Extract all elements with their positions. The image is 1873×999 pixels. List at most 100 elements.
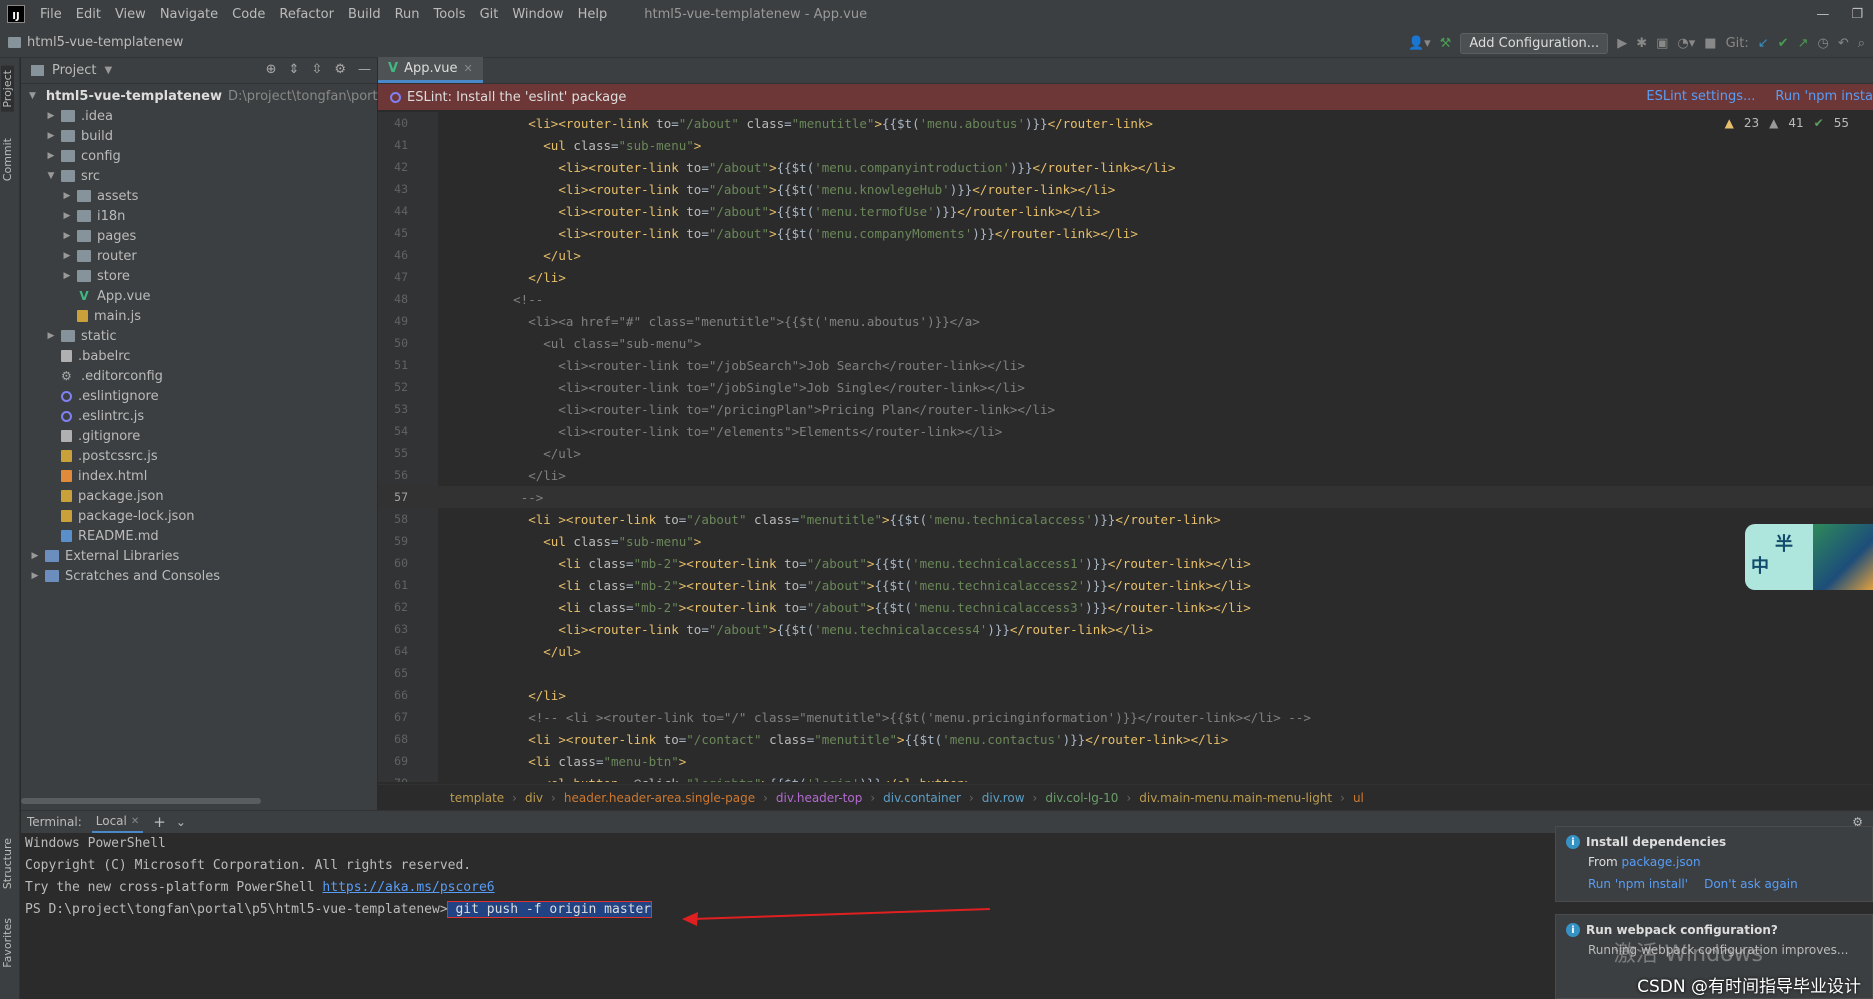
git-update-icon[interactable]: ↙: [1758, 36, 1769, 51]
tree-item[interactable]: .eslintrc.js: [21, 406, 377, 426]
tree-item[interactable]: ▶ Scratches and Consoles: [21, 566, 377, 586]
code-line[interactable]: 68 <li ><router-link to="/contact" class…: [378, 728, 1873, 750]
close-icon[interactable]: ✕: [131, 816, 139, 827]
chevron-right-icon[interactable]: ▶: [45, 331, 57, 341]
chevron-right-icon[interactable]: ▶: [45, 111, 57, 121]
tab-favorites[interactable]: Favorites: [1, 918, 14, 968]
code-line[interactable]: 40 <li><router-link to="/about" class="m…: [378, 112, 1873, 134]
tree-item[interactable]: README.md: [21, 526, 377, 546]
terminal-tab-local[interactable]: Local ✕: [91, 811, 144, 833]
tree-item[interactable]: ▶ build: [21, 126, 377, 146]
dont-ask-again-button[interactable]: Don't ask again: [1704, 877, 1798, 891]
code-line[interactable]: 58 <li ><router-link to="/about" class="…: [378, 508, 1873, 530]
expand-all-icon[interactable]: ⇕: [289, 62, 300, 77]
chevron-right-icon[interactable]: ▶: [45, 131, 57, 141]
breadcrumb-item[interactable]: div.main-menu.main-menu-light: [1139, 791, 1332, 805]
tree-item[interactable]: .gitignore: [21, 426, 377, 446]
breadcrumb-item[interactable]: div: [525, 791, 543, 805]
tree-item[interactable]: V App.vue: [21, 286, 377, 306]
code-line[interactable]: 55 </ul>: [378, 442, 1873, 464]
rollback-icon[interactable]: ↶: [1838, 36, 1849, 51]
code-line[interactable]: 70 <el-button @click="loginbtn">{{$t('lo…: [378, 772, 1873, 783]
chevron-right-icon[interactable]: ▶: [61, 191, 73, 201]
code-line[interactable]: 53 <li><router-link to="/pricingPlan">Pr…: [378, 398, 1873, 420]
code-line[interactable]: 66 </li>: [378, 684, 1873, 706]
menu-build[interactable]: Build: [341, 7, 388, 22]
tree-item[interactable]: ▶ config: [21, 146, 377, 166]
menu-tools[interactable]: Tools: [427, 7, 473, 22]
close-icon[interactable]: ✕: [464, 62, 473, 75]
tree-item[interactable]: ▶ router: [21, 246, 377, 266]
breadcrumb-item[interactable]: header.header-area.single-page: [564, 791, 755, 805]
tree-item[interactable]: ▶ assets: [21, 186, 377, 206]
tree-item[interactable]: .babelrc: [21, 346, 377, 366]
debug-icon[interactable]: ✱: [1636, 36, 1647, 51]
hide-panel-icon[interactable]: —: [358, 62, 371, 77]
code-line[interactable]: 46 </ul>: [378, 244, 1873, 266]
run-icon[interactable]: ▶: [1617, 36, 1627, 51]
user-icon[interactable]: 👤▾: [1408, 36, 1431, 51]
tab-structure[interactable]: Structure: [1, 838, 14, 889]
add-configuration-button[interactable]: Add Configuration...: [1460, 32, 1609, 54]
code-line[interactable]: 62 <li class="mb-2"><router-link to="/ab…: [378, 596, 1873, 618]
chevron-right-icon[interactable]: ▶: [61, 231, 73, 241]
history-icon[interactable]: ◷: [1817, 36, 1828, 51]
chevron-down-icon[interactable]: ▼: [45, 171, 57, 181]
code-line[interactable]: 57 -->: [378, 486, 1873, 508]
menu-refactor[interactable]: Refactor: [272, 7, 341, 22]
chevron-down-icon[interactable]: ▼: [29, 91, 36, 101]
coverage-icon[interactable]: ▣: [1656, 36, 1668, 51]
tree-item[interactable]: .eslintignore: [21, 386, 377, 406]
tab-commit[interactable]: Commit: [1, 138, 14, 181]
menu-run[interactable]: Run: [388, 7, 427, 22]
tree-item[interactable]: .postcssrc.js: [21, 446, 377, 466]
nav-project-name[interactable]: html5-vue-templatenew: [27, 35, 183, 50]
tab-project[interactable]: Project: [1, 66, 14, 112]
tree-item[interactable]: ▼ html5-vue-templatenew D:\project\tongfan…: [21, 86, 402, 106]
code-line[interactable]: 50 <ul class="sub-menu">: [378, 332, 1873, 354]
tab-app-vue[interactable]: V App.vue ✕: [378, 57, 483, 83]
build-hammer-icon[interactable]: ⚒: [1440, 36, 1452, 51]
code-line[interactable]: 54 <li><router-link to="/elements">Eleme…: [378, 420, 1873, 442]
code-line[interactable]: 44 <li><router-link to="/about">{{$t('me…: [378, 200, 1873, 222]
git-push-icon[interactable]: ↗: [1798, 36, 1809, 51]
minimize-icon[interactable]: —: [1816, 7, 1829, 22]
eslint-settings-link[interactable]: ESLint settings...: [1646, 89, 1755, 104]
breadcrumb-item[interactable]: div.col-lg-10: [1045, 791, 1118, 805]
code-line[interactable]: 69 <li class="menu-btn">: [378, 750, 1873, 772]
code-line[interactable]: 52 <li><router-link to="/jobSingle">Job …: [378, 376, 1873, 398]
code-line[interactable]: 48 <!--: [378, 288, 1873, 310]
tree-item[interactable]: main.js: [21, 306, 377, 326]
code-line[interactable]: 42 <li><router-link to="/about">{{$t('me…: [378, 156, 1873, 178]
chevron-right-icon[interactable]: ▶: [45, 151, 57, 161]
tree-item[interactable]: ▶ i18n: [21, 206, 377, 226]
code-line[interactable]: 64 </ul>: [378, 640, 1873, 662]
breadcrumb-item[interactable]: template: [450, 791, 504, 805]
breadcrumb-item[interactable]: div.row: [982, 791, 1025, 805]
chevron-right-icon[interactable]: ▶: [29, 571, 41, 581]
menu-code[interactable]: Code: [225, 7, 272, 22]
menu-help[interactable]: Help: [571, 7, 615, 22]
tree-item[interactable]: ⚙ .editorconfig: [21, 366, 377, 386]
chevron-right-icon[interactable]: ▶: [61, 211, 73, 221]
tree-item[interactable]: package.json: [21, 486, 377, 506]
chevron-right-icon[interactable]: ▶: [61, 271, 73, 281]
chevron-down-icon[interactable]: ⌄: [176, 815, 186, 829]
package-json-link[interactable]: package.json: [1622, 855, 1701, 869]
code-line[interactable]: 51 <li><router-link to="/jobSearch">Job …: [378, 354, 1873, 376]
code-line[interactable]: 67 <!-- <li ><router-link to="/" class="…: [378, 706, 1873, 728]
profile-icon[interactable]: ◔▾: [1677, 36, 1695, 51]
menu-window[interactable]: Window: [505, 7, 570, 22]
search-icon[interactable]: ⌕: [1858, 36, 1865, 51]
run-npm-install-link[interactable]: Run 'npm insta: [1775, 89, 1873, 104]
tree-item[interactable]: ▶ static: [21, 326, 377, 346]
stop-icon[interactable]: ■: [1704, 36, 1716, 51]
pscore-link[interactable]: https://aka.ms/pscore6: [322, 880, 494, 895]
menu-view[interactable]: View: [108, 7, 153, 22]
breadcrumb-item[interactable]: ul: [1353, 791, 1364, 805]
project-panel-title[interactable]: Project: [52, 63, 96, 78]
horizontal-scrollbar[interactable]: [21, 798, 261, 804]
settings-gear-icon[interactable]: ⚙: [334, 62, 346, 77]
breadcrumb-item[interactable]: div.header-top: [776, 791, 862, 805]
code-line[interactable]: 63 <li><router-link to="/about">{{$t('me…: [378, 618, 1873, 640]
